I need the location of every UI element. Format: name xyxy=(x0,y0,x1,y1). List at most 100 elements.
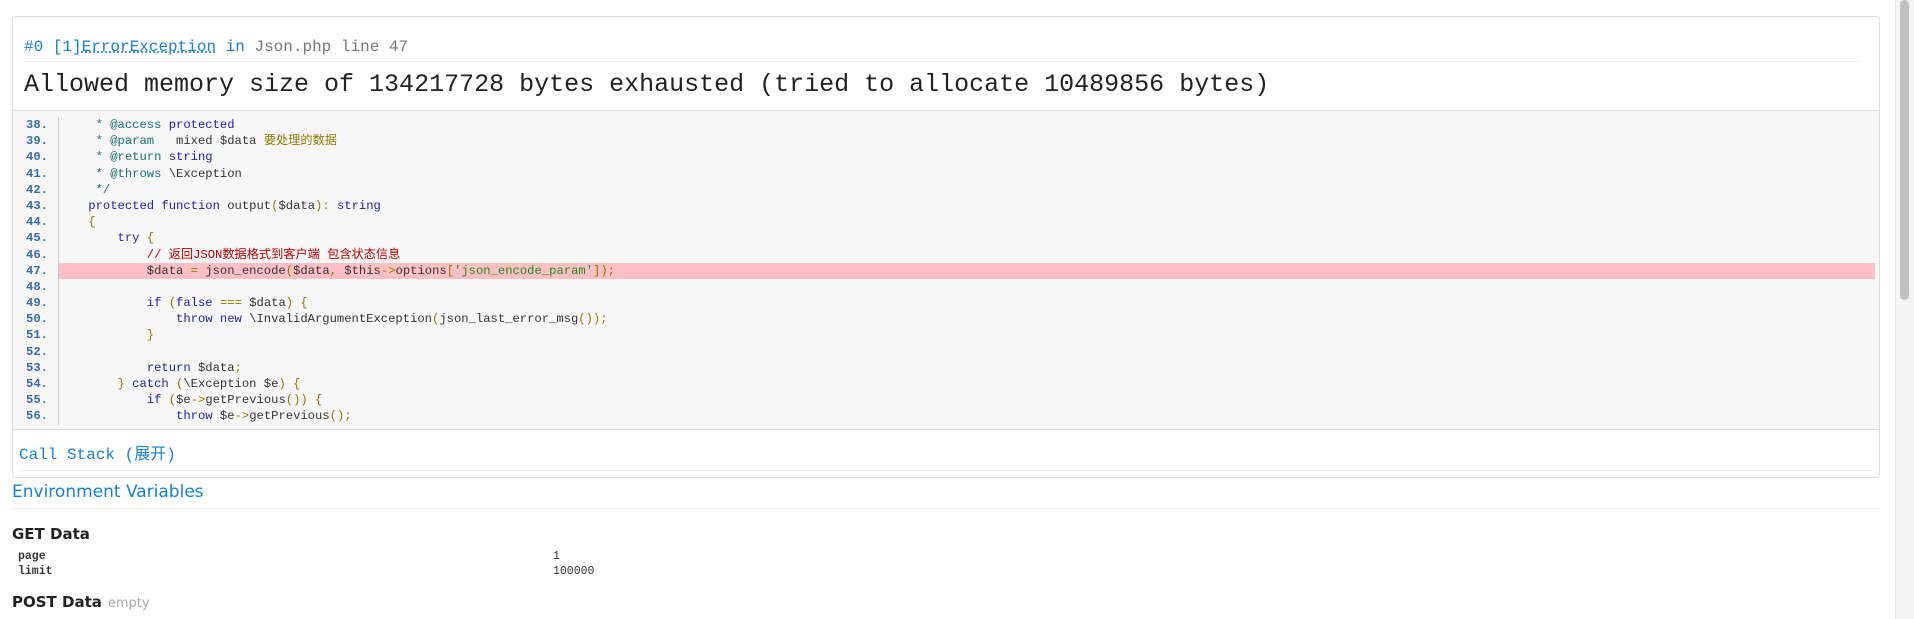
code-token: ( xyxy=(168,393,177,408)
code-token: 要处理的数据 xyxy=(263,134,337,149)
line-number: 40. xyxy=(13,149,59,166)
code-token: getPrevious xyxy=(249,409,330,424)
code-token: } xyxy=(59,377,133,391)
line-code: throw $e->getPrevious(); xyxy=(59,408,1875,424)
line-number: 47. xyxy=(13,262,59,279)
code-token: json_last_error_msg xyxy=(439,312,579,327)
line-code: */ xyxy=(59,182,1875,198)
line-number: 43. xyxy=(13,197,59,215)
source-line: 53. return $data; xyxy=(13,359,1875,376)
code-token: // 返回JSON数据格式到客户端 包含状态信息 xyxy=(59,247,401,262)
code-token: $data xyxy=(59,263,191,278)
code-token: throw new xyxy=(59,312,250,327)
code-token: ; xyxy=(234,360,242,375)
exception-line: 47 xyxy=(388,38,409,56)
source-line: 49. if (false === $data) { xyxy=(13,295,1875,312)
code-token: = xyxy=(190,263,206,278)
source-line: 56. throw $e->getPrevious(); xyxy=(13,408,1875,425)
source-line: 43. protected function output($data): st… xyxy=(13,197,1875,215)
code-token: ]); xyxy=(593,263,615,278)
post-data-label: POST Data xyxy=(12,593,102,611)
line-number: 41. xyxy=(13,165,59,182)
code-token: if xyxy=(59,393,169,408)
scrollbar-thumb[interactable] xyxy=(1900,0,1909,300)
line-code: // 返回JSON数据格式到客户端 包含状态信息 xyxy=(59,247,1875,263)
get-key: limit xyxy=(18,565,53,578)
code-token: $data xyxy=(197,360,235,375)
source-line: 50. throw new \InvalidArgumentException(… xyxy=(13,311,1875,328)
code-token: [ xyxy=(446,263,455,278)
code-token: { xyxy=(59,215,96,230)
code-token: * @param xyxy=(59,134,162,149)
get-value: 100000 xyxy=(553,565,595,578)
line-code: $data = json_encode($data, $this->option… xyxy=(59,262,1875,279)
line-number: 38. xyxy=(13,117,59,134)
code-token: $e xyxy=(219,409,235,424)
source-line: 55. if ($e->getPrevious()) { xyxy=(13,392,1875,409)
source-line: 38. * @access protected xyxy=(13,117,1875,134)
line-number: 52. xyxy=(13,343,59,360)
line-number: 54. xyxy=(13,376,59,393)
vertical-scrollbar[interactable] xyxy=(1895,0,1914,619)
line-number: 49. xyxy=(13,295,59,312)
line-code: * @access protected xyxy=(59,117,1875,133)
post-data-title: POST Data empty xyxy=(12,593,1880,611)
source-line: 39. * @param mixed $data 要处理的数据 xyxy=(13,133,1875,150)
line-number: 42. xyxy=(13,181,59,198)
code-token: -> xyxy=(234,409,250,424)
code-token: -> xyxy=(190,393,206,408)
code-token: ()) { xyxy=(285,393,323,408)
line-number: 48. xyxy=(13,278,59,296)
code-token: $data xyxy=(293,263,330,278)
code-token: $data xyxy=(249,296,286,311)
line-code: protected function output($data): string xyxy=(59,198,1875,214)
code-token: catch xyxy=(132,377,177,391)
code-token: ()); xyxy=(578,312,608,327)
code-token: throw xyxy=(59,409,220,424)
code-token: getPrevious xyxy=(205,393,286,408)
line-number: 51. xyxy=(13,327,59,344)
call-stack-toggle[interactable]: Call Stack (展开) xyxy=(19,440,1873,471)
source-line: 47. $data = json_encode($data, $this->op… xyxy=(13,262,1875,279)
code-token: */ xyxy=(59,182,111,197)
in-word: in xyxy=(225,38,245,56)
line-number: 53. xyxy=(13,359,59,376)
code-token: options xyxy=(395,263,447,278)
exception-panel: #0 [1]ErrorException in Json.php line 47… xyxy=(12,16,1880,478)
line-number: 50. xyxy=(13,311,59,328)
code-token: * @access xyxy=(59,118,169,132)
code-token: ): xyxy=(315,198,337,213)
line-word: line xyxy=(340,38,380,56)
code-token: } xyxy=(59,328,155,343)
get-data-label: GET Data xyxy=(12,525,90,543)
exception-file: Json.php xyxy=(254,38,332,56)
get-data-title: GET Data xyxy=(12,525,1880,543)
exception-index: #0 xyxy=(24,38,44,56)
code-token: if xyxy=(59,296,169,311)
code-token: (); xyxy=(329,409,352,424)
code-token: return xyxy=(59,360,198,375)
line-code: } catch (\Exception $e) { xyxy=(59,376,1875,392)
line-number: 44. xyxy=(13,214,59,231)
code-token: === xyxy=(219,296,250,311)
code-token: ( xyxy=(168,296,177,311)
code-token: \Exception $e xyxy=(183,377,279,391)
line-code: } xyxy=(59,327,1875,343)
source-line: 44. { xyxy=(13,214,1875,231)
code-token: string xyxy=(336,198,381,213)
code-token: * @throws xyxy=(59,166,169,181)
get-value: 1 xyxy=(553,550,560,563)
code-token: protected function xyxy=(59,198,228,213)
code-token: ) { xyxy=(278,377,301,391)
code-token: $data xyxy=(278,198,316,213)
line-code: * @return string xyxy=(59,149,1875,165)
line-code: try { xyxy=(59,230,1875,246)
code-token: string xyxy=(168,150,213,165)
exception-class[interactable]: ErrorException xyxy=(82,38,216,56)
code-token: { xyxy=(146,231,155,246)
line-code: { xyxy=(59,214,1875,230)
code-token: ( xyxy=(285,263,294,278)
code-token: false xyxy=(176,296,220,311)
source-line: 51. } xyxy=(13,327,1875,344)
